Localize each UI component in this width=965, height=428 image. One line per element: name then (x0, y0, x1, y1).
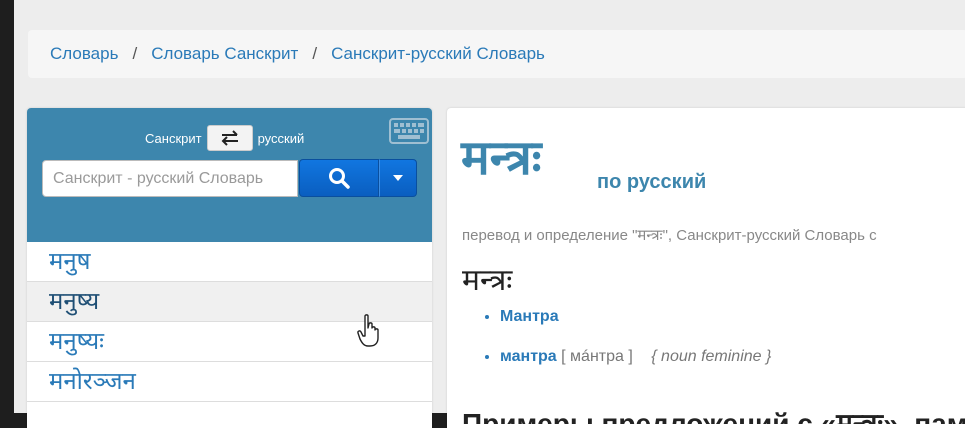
search-input[interactable] (42, 160, 298, 197)
search-options-dropdown[interactable] (379, 159, 417, 197)
list-item[interactable]: मनुष (27, 242, 432, 282)
translation-list: Мантра мантра [ мáнтра ] { noun feminine… (482, 308, 771, 388)
list-item: мантра [ мáнтра ] { noun feminine } (500, 348, 771, 366)
swap-arrows-icon (221, 130, 238, 146)
target-language-label[interactable]: русский (258, 131, 305, 146)
breadcrumb-separator: / (132, 44, 138, 63)
entry-word: मन्त्रः (462, 263, 513, 298)
breadcrumb-separator: / (312, 44, 318, 63)
page-title: मन्त्रः (461, 130, 542, 186)
page: Словарь / Словарь Санскрит / Санскрит-ру… (14, 0, 965, 428)
hand-cursor-icon (357, 314, 379, 347)
caret-down-icon (393, 175, 403, 181)
search-panel: Санскрит русский Санскрит - русский Слов… (27, 108, 432, 428)
search-icon (329, 168, 350, 189)
entry-panel: मन्त्रः по русский перевод и определение… (447, 108, 965, 428)
breadcrumb-sanskrit-link[interactable]: Словарь Санскрит (151, 44, 298, 64)
translation-link[interactable]: Мантра (500, 308, 559, 325)
language-switcher: Санскрит русский (145, 125, 304, 151)
list-item: Мантра (500, 308, 771, 326)
search-box: Санскрит русский (27, 108, 432, 242)
source-language-label[interactable]: Санскрит (145, 131, 202, 146)
part-of-speech: { noun feminine } (651, 348, 772, 365)
breadcrumb-sanskrit-russian-link[interactable]: Санскрит-русский Словарь (331, 44, 545, 64)
examples-heading: Примеры предложений с «मन्त्रः», память … (462, 408, 965, 424)
translation-link[interactable]: мантра (500, 348, 557, 365)
swap-languages-button[interactable] (206, 125, 253, 151)
list-item[interactable]: मनोरञ्जन (27, 362, 432, 402)
breadcrumb-dictionary-link[interactable]: Словарь (50, 44, 118, 64)
page-subtitle: по русский (597, 171, 707, 193)
breadcrumb: Словарь / Словарь Санскрит / Санскрит-ру… (28, 30, 965, 78)
entry-description: перевод и определение "मन्त्रः", Санскри… (462, 227, 877, 244)
search-button[interactable] (299, 159, 379, 197)
keyboard-icon[interactable] (389, 115, 429, 145)
pronunciation: [ мáнтра ] (561, 348, 633, 365)
